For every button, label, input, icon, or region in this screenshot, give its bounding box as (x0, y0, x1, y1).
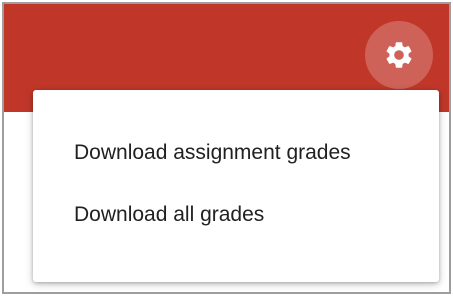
window-frame: Download assignment grades Download all … (2, 2, 451, 294)
menu-item-download-all-grades[interactable]: Download all grades (33, 184, 439, 246)
menu-item-download-assignment-grades[interactable]: Download assignment grades (33, 122, 439, 184)
settings-dropdown-menu: Download assignment grades Download all … (33, 90, 439, 282)
gear-icon (386, 42, 412, 68)
settings-button[interactable] (365, 21, 433, 89)
